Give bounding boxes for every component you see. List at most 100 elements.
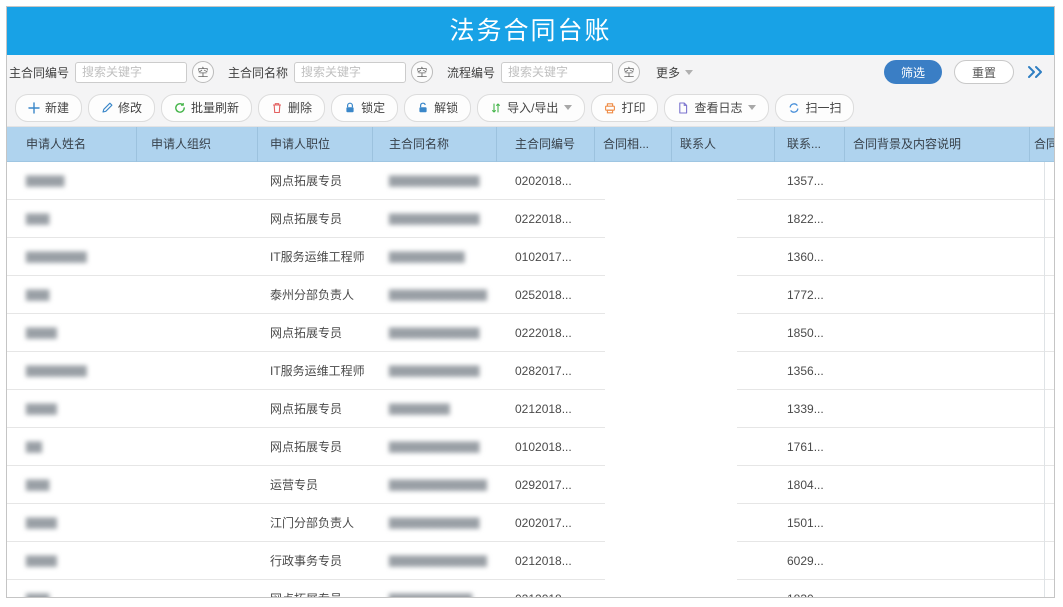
cell-name-blur: ▇▇▇▇: [7, 516, 137, 529]
cell-contract-no: 0252018...: [497, 288, 595, 302]
cell-position: 泰州分部负责人: [258, 286, 373, 303]
cell-phone: 1822...: [775, 212, 845, 226]
cell-phone: 1356...: [775, 364, 845, 378]
column-header-applicant-name[interactable]: 申请人姓名: [7, 127, 137, 162]
cell-phone: 1804...: [775, 478, 845, 492]
cell-contract-blur: ▇▇▇▇▇▇▇▇▇▇▇▇: [373, 440, 497, 453]
table-row[interactable]: ▇▇▇▇行政事务专员▇▇▇▇▇▇▇▇▇▇▇▇▇0212018...6029...: [7, 542, 1055, 580]
import-export-icon: [490, 102, 502, 114]
table-row[interactable]: ▇▇▇泰州分部负责人▇▇▇▇▇▇▇▇▇▇▇▇▇0252018...1772...: [7, 276, 1055, 314]
cell-contract-no: 0212018...: [497, 402, 595, 416]
column-header-background[interactable]: 合同背景及内容说明: [845, 127, 1030, 162]
batch-refresh-button[interactable]: 批量刷新: [161, 94, 252, 122]
import-export-button-label: 导入/导出: [507, 99, 558, 116]
table-row[interactable]: ▇▇▇▇网点拓展专员▇▇▇▇▇▇▇▇▇▇▇▇0222018...1850...: [7, 314, 1055, 352]
cell-phone: 1357...: [775, 174, 845, 188]
column-header-applicant-title[interactable]: 申请人职位: [258, 127, 373, 162]
contract-name-search-input[interactable]: [294, 62, 406, 83]
cell-position: IT服务运维工程师: [258, 362, 373, 379]
refresh-icon: [174, 102, 186, 114]
chevron-down-icon: [685, 70, 693, 75]
cell-contract-blur: ▇▇▇▇▇▇▇▇▇▇▇▇▇: [373, 554, 497, 567]
log-document-icon: [677, 102, 689, 114]
scan-button-label: 扫一扫: [805, 99, 841, 116]
cell-phone: 1772...: [775, 288, 845, 302]
cell-name-blur: ▇▇▇▇: [7, 554, 137, 567]
cell-position: 网点拓展专员: [258, 324, 373, 341]
edit-pencil-icon: [101, 102, 113, 114]
delete-button[interactable]: 删除: [258, 94, 325, 122]
table-row[interactable]: ▇▇网点拓展专员▇▇▇▇▇▇▇▇▇▇▇▇0102018...1761...: [7, 428, 1055, 466]
cell-phone: 1360...: [775, 250, 845, 264]
cell-position: IT服务运维工程师: [258, 248, 373, 265]
table-row[interactable]: ▇▇▇▇▇▇▇▇IT服务运维工程师▇▇▇▇▇▇▇▇▇▇0102017...136…: [7, 238, 1055, 276]
clear-contract-no-button[interactable]: 空: [192, 61, 214, 83]
column-divider-line: [1044, 162, 1045, 597]
unlock-button[interactable]: 解锁: [404, 94, 471, 122]
view-logs-button[interactable]: 查看日志: [664, 94, 769, 122]
filter-label-contract-no: 主合同编号: [9, 64, 69, 81]
contract-no-search-input[interactable]: [75, 62, 187, 83]
batch-refresh-button-label: 批量刷新: [191, 99, 239, 116]
cell-contract-blur: ▇▇▇▇▇▇▇▇▇▇▇▇: [373, 364, 497, 377]
new-button[interactable]: 新建: [15, 94, 82, 122]
table-row[interactable]: ▇▇▇▇江门分部负责人▇▇▇▇▇▇▇▇▇▇▇▇0202017...1501...: [7, 504, 1055, 542]
filter-group-contract-name: 主合同名称 空: [228, 61, 433, 83]
filter-actions: 筛选 重置: [884, 60, 1054, 84]
cell-name-blur: ▇▇▇: [7, 478, 137, 491]
cell-position: 网点拓展专员: [258, 400, 373, 417]
cell-contract-no: 0222018...: [497, 326, 595, 340]
collapse-double-chevron-icon[interactable]: [1026, 64, 1044, 80]
edit-button-label: 修改: [118, 99, 142, 116]
scan-button[interactable]: 扫一扫: [775, 94, 854, 122]
filter-label-contract-name: 主合同名称: [228, 64, 288, 81]
cell-contract-blur: ▇▇▇▇▇▇▇▇▇▇▇: [373, 592, 497, 597]
column-header-applicant-org[interactable]: 申请人组织: [137, 127, 258, 162]
printer-icon: [604, 102, 616, 114]
table-row[interactable]: ▇▇▇▇网点拓展专员▇▇▇▇▇▇▇▇0212018...1339...: [7, 390, 1055, 428]
unlock-button-label: 解锁: [434, 99, 458, 116]
column-header-contract-no[interactable]: 主合同编号: [497, 127, 595, 162]
cell-contract-no: 0202017...: [497, 516, 595, 530]
table-row[interactable]: ▇▇▇网点拓展专员▇▇▇▇▇▇▇▇▇▇▇0212018...1830...: [7, 580, 1055, 597]
cell-phone: 1761...: [775, 440, 845, 454]
chevron-down-icon: [748, 105, 756, 110]
cell-contract-no: 0222018...: [497, 212, 595, 226]
cell-position: 运营专员: [258, 476, 373, 493]
print-button[interactable]: 打印: [591, 94, 658, 122]
more-filters-button[interactable]: 更多: [656, 64, 693, 81]
cell-name-blur: ▇▇▇: [7, 592, 137, 597]
cell-contract-blur: ▇▇▇▇▇▇▇▇▇▇▇▇▇: [373, 478, 497, 491]
app-window: 法务合同台账 主合同编号 空 主合同名称 空 流程编号 空 更多 筛选 重置: [6, 6, 1055, 598]
column-header-contract-name[interactable]: 主合同名称: [373, 127, 497, 162]
toolbar: 新建 修改 批量刷新 删除 锁定 解锁 导入/导出 打印: [7, 89, 1054, 127]
column-header-contact-phone[interactable]: 联系...: [775, 127, 845, 162]
clear-process-no-button[interactable]: 空: [618, 61, 640, 83]
cell-name-blur: ▇▇▇▇▇: [7, 174, 137, 187]
process-no-search-input[interactable]: [501, 62, 613, 83]
cell-name-blur: ▇▇: [7, 440, 137, 453]
print-button-label: 打印: [621, 99, 645, 116]
column-header-contract-rel[interactable]: 合同关: [1030, 127, 1055, 162]
import-export-button[interactable]: 导入/导出: [477, 94, 585, 122]
edit-button[interactable]: 修改: [88, 94, 155, 122]
cell-position: 行政事务专员: [258, 552, 373, 569]
lock-button-label: 锁定: [361, 99, 385, 116]
cell-position: 江门分部负责人: [258, 514, 373, 531]
lock-button[interactable]: 锁定: [331, 94, 398, 122]
cell-contract-no: 0102017...: [497, 250, 595, 264]
table-row[interactable]: ▇▇▇▇▇▇▇▇IT服务运维工程师▇▇▇▇▇▇▇▇▇▇▇▇0282017...1…: [7, 352, 1055, 390]
clear-contract-name-button[interactable]: 空: [411, 61, 433, 83]
filter-group-process-no: 流程编号 空: [447, 61, 640, 83]
table-row[interactable]: ▇▇▇运营专员▇▇▇▇▇▇▇▇▇▇▇▇▇0292017...1804...: [7, 466, 1055, 504]
column-header-contract-related[interactable]: 合同相...: [595, 127, 672, 162]
table-row[interactable]: ▇▇▇▇▇网点拓展专员▇▇▇▇▇▇▇▇▇▇▇▇0202018...1357...: [7, 162, 1055, 200]
table-row[interactable]: ▇▇▇网点拓展专员▇▇▇▇▇▇▇▇▇▇▇▇0222018...1822...: [7, 200, 1055, 238]
column-header-contact[interactable]: 联系人: [672, 127, 775, 162]
more-filters-label: 更多: [656, 64, 680, 81]
cell-contract-blur: ▇▇▇▇▇▇▇▇: [373, 402, 497, 415]
unlock-icon: [417, 102, 429, 114]
cell-position: 网点拓展专员: [258, 210, 373, 227]
filter-button[interactable]: 筛选: [884, 60, 942, 84]
reset-button[interactable]: 重置: [954, 60, 1014, 84]
